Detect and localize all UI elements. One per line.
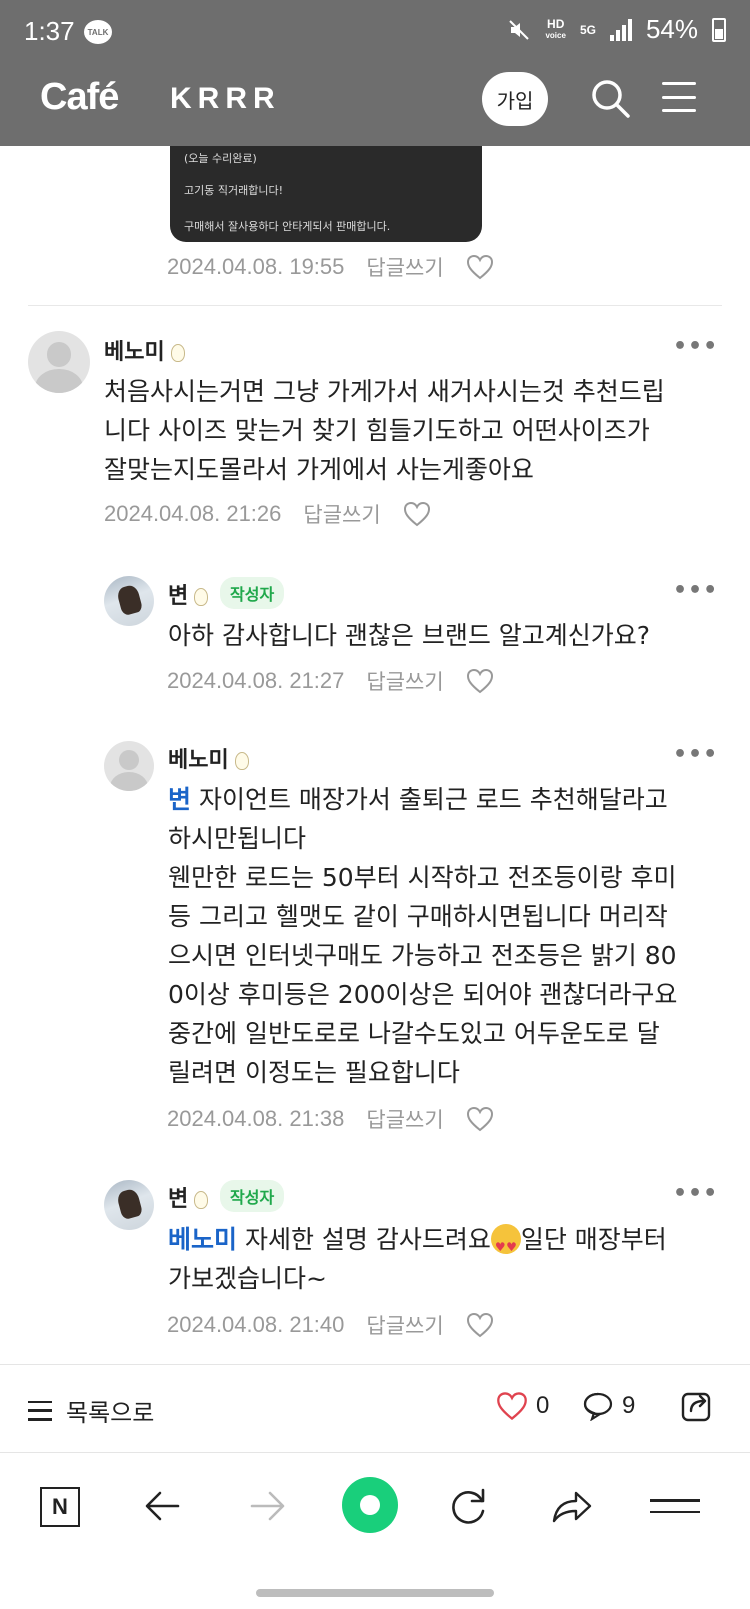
comment-date: 2024.04.08. 21:40 [167,1312,345,1337]
comment-date: 2024.04.08. 21:27 [167,668,345,693]
comment-count: 9 [622,1392,636,1419]
menu-icon[interactable] [662,82,696,112]
list-icon [28,1400,52,1421]
reply-button[interactable]: 답글쓰기 [366,252,443,282]
status-right: HD voice 5G 54% [507,14,726,45]
comment-meta: 2024.04.08. 19:55 답글쓰기 [167,252,494,282]
mention-link[interactable]: 변 [168,785,191,814]
tabs-menu-icon[interactable] [650,1481,700,1531]
share-arrow-icon[interactable] [546,1481,596,1531]
comment-meta: 2024.04.08. 21:27 답글쓰기 [167,666,494,696]
battery-icon [712,17,726,42]
heart-icon[interactable] [403,501,431,527]
star-struck-emoji-icon [490,1224,521,1267]
battery-percent: 54% [645,14,698,44]
app-header: Café KRRR 가입 [0,66,750,146]
gesture-home-indicator[interactable] [256,1589,494,1597]
more-icon[interactable]: ••• [673,1181,718,1206]
heart-icon [497,1392,527,1421]
comment-meta: 2024.04.08. 21:40 답글쓰기 [167,1310,494,1340]
status-bar: 1:37 TALK HD voice 5G 54% [0,0,750,66]
more-icon[interactable]: ••• [673,334,718,359]
comment-meta: 2024.04.08. 21:26 답글쓰기 [104,499,431,529]
forward-icon[interactable] [242,1481,292,1531]
comment-text: 변 자이언트 매장가서 출퇴근 로드 추천해달라고 하시만됩니다 웬만한 로드는… [168,785,678,1087]
status-time: 1:37 [24,16,75,46]
reply-button[interactable]: 답글쓰기 [366,1104,443,1134]
comments-button[interactable]: 9 [582,1391,635,1421]
comment-date: 2024.04.08. 19:55 [167,254,345,279]
reply-button[interactable]: 답글쓰기 [366,666,443,696]
comment-text: 베노미 자세한 설명 감사드려요일단 매장부터 가보겠습니다~ [168,1220,728,1298]
list-label: 목록으로 [66,1399,155,1427]
comment-date: 2024.04.08. 21:38 [167,1106,345,1131]
top-bar: 1:37 TALK HD voice 5G 54% Café KRRR 가입 [0,0,750,146]
share-icon[interactable] [680,1389,714,1423]
avatar[interactable] [104,741,154,791]
mention-link[interactable]: 베노미 [168,1225,237,1254]
image-text-line: 고기동 직거래합니다! [184,184,283,197]
divider [28,305,722,306]
avatar[interactable] [28,331,90,393]
back-to-list-button[interactable]: 목록으로 [28,1393,154,1428]
image-text-line: (오늘 수리완료) [184,152,257,165]
refresh-icon[interactable] [444,1481,494,1531]
comment-nickname[interactable]: 베노미 [168,742,249,774]
post-action-bar: 목록으로 0 9 [0,1364,750,1452]
talk-icon: TALK [84,20,112,44]
comment-date: 2024.04.08. 21:26 [104,501,282,526]
cafe-name[interactable]: KRRR [170,82,281,116]
image-text-line: 구매해서 잘사용하다 안타게되서 판매합니다. [184,220,391,233]
egg-level-icon [234,752,249,770]
avatar[interactable] [104,1180,154,1230]
comment-icon [583,1392,613,1421]
heart-icon[interactable] [466,1312,494,1338]
comment-text: 아하 감사합니다 괜찮은 브랜드 알고계신가요? [168,621,651,650]
comment-meta: 2024.04.08. 21:38 답글쓰기 [167,1104,494,1134]
more-icon[interactable]: ••• [673,742,718,767]
heart-icon[interactable] [466,254,494,280]
join-button[interactable]: 가입 [482,72,548,126]
reply-button[interactable]: 답글쓰기 [303,499,380,529]
egg-level-icon [194,1191,209,1209]
comment-text: 처음사시는거면 그냥 가게가서 새거사시는것 추천드립 니다 사이즈 맞는거 찾… [104,377,665,484]
reply-button[interactable]: 답글쓰기 [366,1310,443,1340]
comment-nickname[interactable]: 변 [168,578,209,610]
hd-voice-indicator: HD voice [545,16,566,40]
mute-icon [509,19,530,40]
heart-icon[interactable] [466,1106,494,1132]
comment-nickname[interactable]: 변 [168,1181,209,1213]
browser-nav-bar: N [0,1452,750,1609]
egg-level-icon [170,344,185,362]
network-indicator: 5G [579,22,596,37]
back-icon[interactable] [138,1481,188,1531]
more-icon[interactable]: ••• [673,578,718,603]
author-badge: 작성자 [220,577,285,609]
author-badge: 작성자 [220,1180,285,1212]
like-count: 0 [536,1392,550,1419]
comment-nickname[interactable]: 베노미 [104,334,185,366]
post-image[interactable]: (오늘 수리완료) 고기동 직거래합니다! 구매해서 잘사용하다 안타게되서 판… [170,146,482,242]
like-button[interactable]: 0 [496,1391,549,1421]
cafe-logo[interactable]: Café [40,76,119,119]
search-icon[interactable] [588,76,632,120]
naver-icon[interactable]: N [40,1487,80,1527]
signal-icon [609,18,632,41]
home-icon[interactable] [342,1477,398,1533]
egg-level-icon [194,588,209,606]
heart-icon[interactable] [466,668,494,694]
avatar[interactable] [104,576,154,626]
